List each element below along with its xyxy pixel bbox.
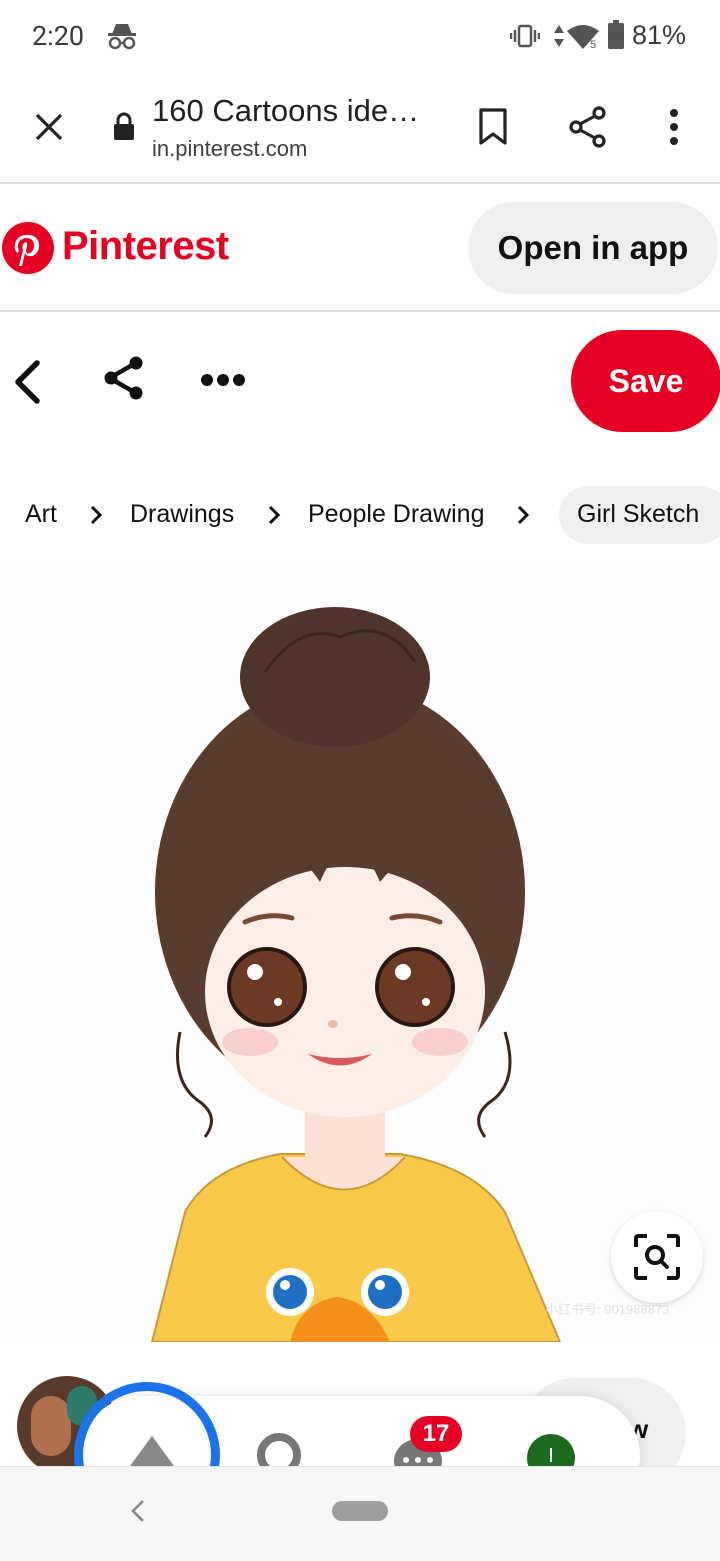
home-icon[interactable] [128,1432,176,1466]
visual-search-button[interactable] [611,1211,703,1303]
lens-search-icon [634,1234,680,1280]
status-bar: 2:20 5 81% [0,0,720,72]
more-horiz-icon[interactable] [200,373,246,387]
close-icon[interactable] [34,112,64,142]
system-back-icon[interactable] [130,1499,146,1523]
chevron-right-icon [517,505,530,525]
notification-badge: 17 [410,1416,462,1452]
breadcrumb-people-drawing[interactable]: People Drawing [308,500,485,529]
status-time: 2:20 [32,20,85,52]
battery-percent: 81% [631,20,686,50]
svg-text:5: 5 [590,39,596,50]
share-icon[interactable] [568,106,608,148]
image-watermark: 小红书号: 901988873 [545,1302,669,1317]
breadcrumb-drawings[interactable]: Drawings [130,500,234,529]
lock-icon [114,112,134,140]
profile-icon[interactable] [525,1432,577,1466]
pin-share-icon[interactable] [103,356,145,400]
chevron-right-icon [268,505,281,525]
bookmark-icon[interactable] [478,108,508,146]
cartoon-girl-illustration: 小红书号: 901988873 [150,607,669,1342]
pin-image[interactable]: 小红书号: 901988873 [0,562,720,1342]
more-vert-icon[interactable] [667,108,681,146]
pinterest-logo-icon[interactable] [2,222,54,274]
wifi-icon: 5 [567,25,599,50]
search-icon[interactable] [256,1432,302,1466]
breadcrumb-girl-sketch[interactable]: Girl Sketch [577,500,699,529]
pinterest-brand[interactable]: Pinterest [62,224,229,269]
page-title: 160 Cartoons ide… [152,93,420,128]
chevron-right-icon [90,505,103,525]
save-button[interactable]: Save [571,330,720,432]
data-arrows-icon [554,25,564,47]
incognito-icon [108,24,136,50]
open-in-app-button[interactable]: Open in app [468,202,718,294]
system-home-pill[interactable] [332,1501,388,1521]
page-url[interactable]: in.pinterest.com [152,136,307,162]
breadcrumb-art[interactable]: Art [25,500,57,529]
back-chevron-icon[interactable] [12,360,42,404]
battery-icon [608,20,624,49]
vibrate-icon [510,24,540,48]
